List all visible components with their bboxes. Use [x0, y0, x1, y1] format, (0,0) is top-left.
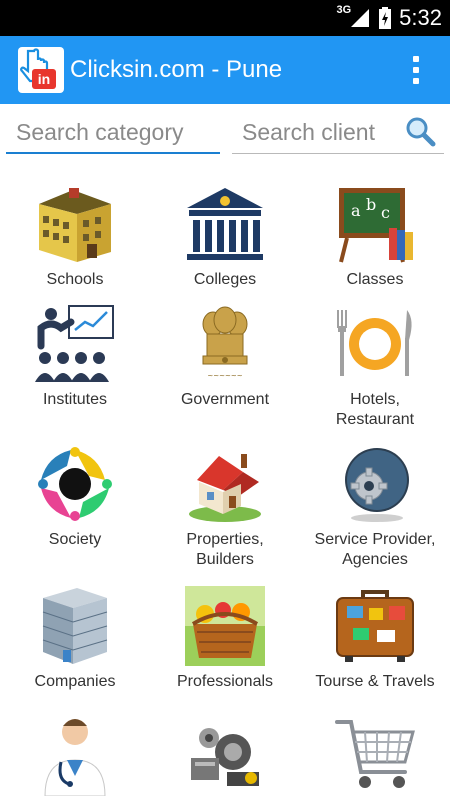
category-schools[interactable]: Schools [0, 178, 150, 290]
category-colleges[interactable]: Colleges [150, 178, 300, 290]
category-classes[interactable]: a b c Classes [300, 178, 450, 290]
house-icon [189, 454, 261, 522]
gear-globe-icon [345, 448, 409, 522]
office-building-icon [42, 588, 108, 664]
fruit-basket-icon [185, 586, 265, 666]
plate-fork-knife-icon [337, 310, 412, 376]
auto-parts-icon [191, 728, 259, 786]
menu-dot-icon [413, 78, 419, 84]
category-label: Institutes [42, 391, 108, 408]
svg-text:~~~~~~: ~~~~~~ [207, 372, 242, 380]
category-label: Properties, Builders [186, 531, 264, 568]
overflow-menu-button[interactable] [396, 50, 436, 90]
search-client-input[interactable] [232, 112, 402, 152]
signal-icon [351, 9, 370, 27]
category-hotels-restaurant[interactable]: Hotels, Restaurant [300, 298, 450, 430]
category-professionals[interactable]: Professionals [150, 580, 300, 692]
school-building-icon [39, 188, 111, 262]
category-institutes[interactable]: Institutes [0, 298, 150, 410]
category-auto-parts[interactable] [150, 708, 300, 800]
abc-chalkboard-icon: a b c [339, 188, 413, 263]
svg-text:b: b [366, 195, 376, 214]
category-label: Colleges [193, 271, 257, 288]
category-doctors[interactable] [0, 708, 150, 800]
suitcase-icon [336, 590, 414, 662]
category-label: Hotels, Restaurant [335, 391, 415, 428]
battery-icon [379, 7, 392, 29]
category-label: Professionals [176, 673, 274, 690]
category-label: Classes [346, 271, 404, 288]
category-label: Government [180, 391, 270, 408]
clock: 5:32 [399, 5, 442, 30]
search-client-field[interactable] [232, 112, 444, 154]
doctor-icon [44, 719, 106, 796]
search-category-input[interactable] [6, 112, 220, 152]
status-bar: 3G 5:32 [0, 0, 450, 36]
category-properties-builders[interactable]: Properties, Builders [150, 438, 300, 570]
category-shopping[interactable] [300, 708, 450, 800]
category-label: Service Provider, Agencies [314, 531, 436, 568]
app-logo[interactable]: in [18, 47, 64, 93]
shopping-cart-icon [335, 720, 415, 788]
search-icon[interactable] [404, 115, 436, 147]
category-label: Society [48, 531, 102, 548]
app-bar: in Clicksin.com - Pune [0, 36, 450, 104]
category-label: Schools [46, 271, 104, 288]
category-label: Tourse & Travels [315, 673, 435, 690]
menu-dot-icon [413, 67, 419, 73]
people-circle-icon [38, 447, 112, 521]
category-society[interactable]: Society [0, 438, 150, 550]
menu-dot-icon [413, 56, 419, 62]
category-service-provider[interactable]: Service Provider, Agencies [300, 438, 450, 570]
national-emblem-icon: ~~~~~~ [202, 306, 248, 380]
svg-text:a: a [351, 201, 361, 220]
search-category-field[interactable] [6, 112, 220, 154]
svg-text:c: c [381, 203, 390, 222]
category-companies[interactable]: Companies [0, 580, 150, 692]
hand-pointer-logo-icon: in [20, 48, 56, 89]
category-government[interactable]: ~~~~~~ Government [150, 298, 300, 410]
svg-text:in: in [38, 71, 50, 87]
app-title: Clicksin.com - Pune [70, 56, 283, 83]
college-pillars-icon [187, 188, 263, 260]
presentation-audience-icon [35, 305, 114, 382]
category-tours-travels[interactable]: Tourse & Travels [300, 580, 450, 692]
category-label: Companies [34, 673, 116, 690]
